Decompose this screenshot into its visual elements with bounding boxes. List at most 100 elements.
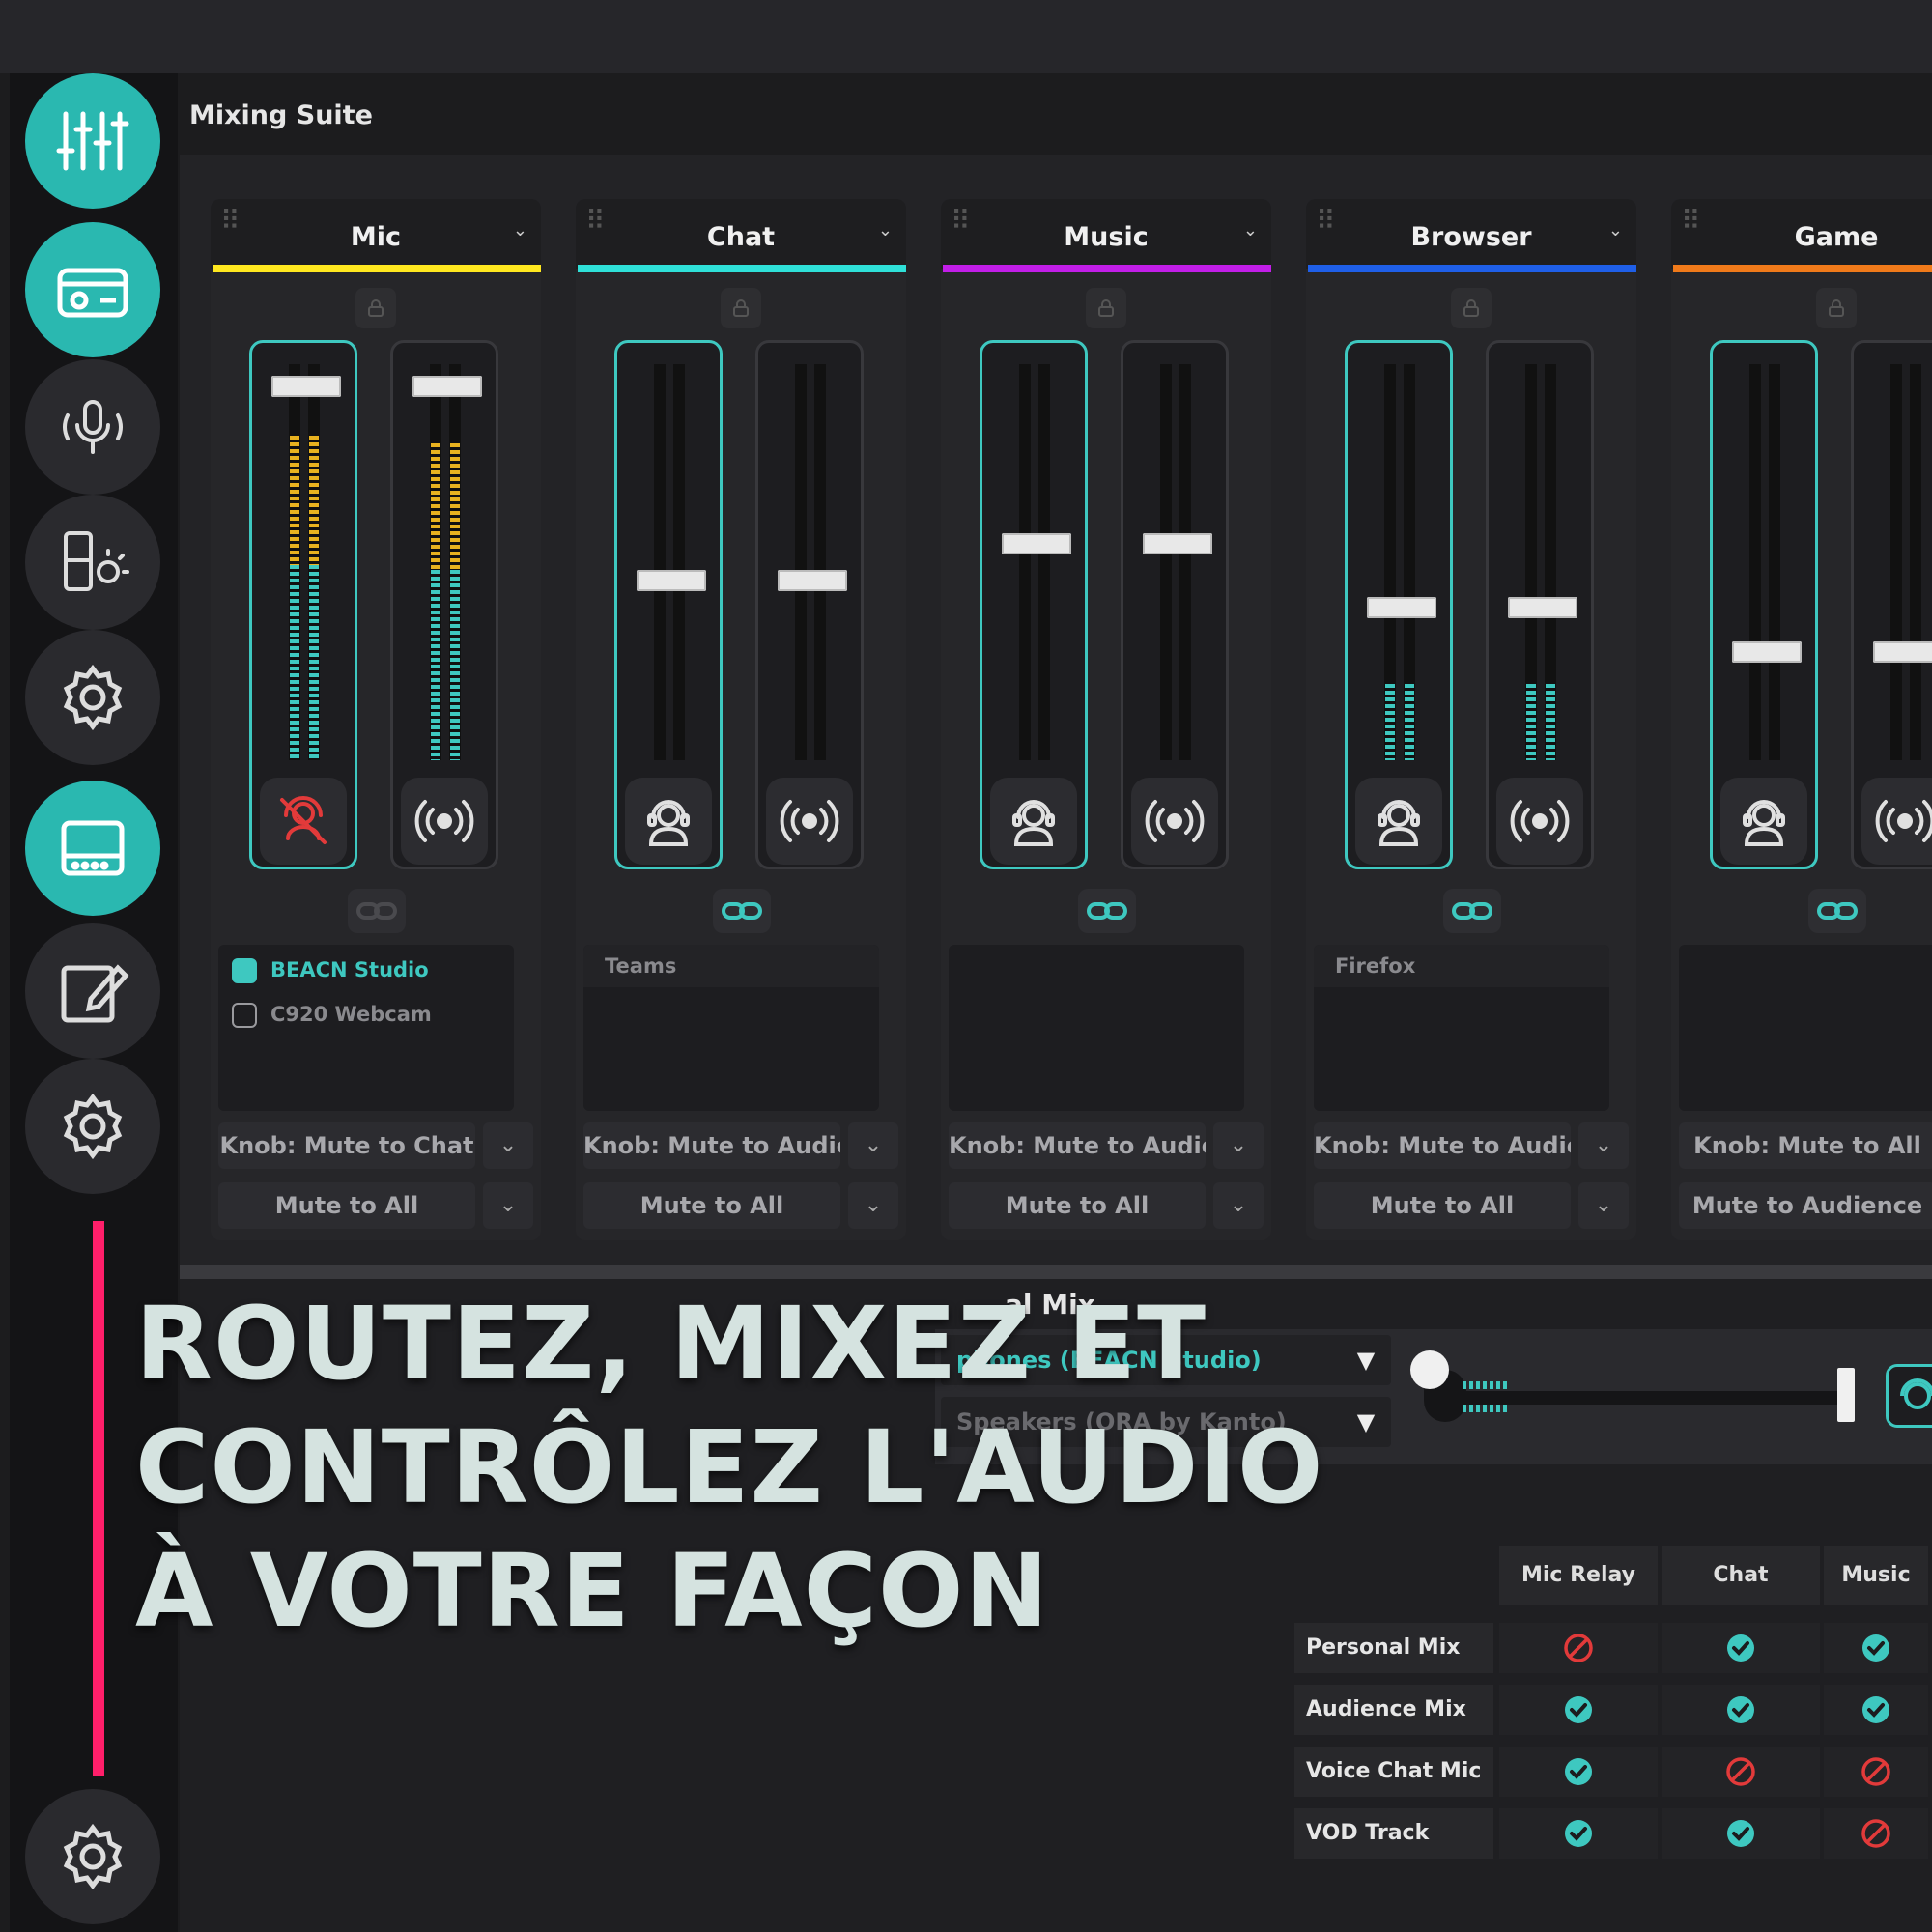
channel-color-bar: [1308, 265, 1636, 272]
channel-header[interactable]: ⠿ Browser ⌄: [1306, 199, 1636, 269]
stream-monitor-button[interactable]: [766, 778, 853, 865]
link-faders-button[interactable]: [1078, 889, 1136, 933]
routing-toggle[interactable]: [1499, 1685, 1658, 1735]
routing-toggle[interactable]: [1824, 1685, 1928, 1735]
fader-knob[interactable]: [1508, 597, 1577, 618]
sidebar-item-mic-effects[interactable]: [25, 359, 160, 495]
stream-monitor-button[interactable]: [401, 778, 488, 865]
sidebar-item-mixer[interactable]: [25, 73, 160, 209]
routing-toggle[interactable]: [1662, 1685, 1820, 1735]
personal-monitor-button[interactable]: [260, 778, 347, 865]
chevron-down-icon[interactable]: ⌄: [483, 1182, 533, 1229]
headphones-user-icon: [1733, 790, 1795, 852]
channel-name: Game: [1794, 222, 1879, 252]
fader-knob[interactable]: [412, 376, 482, 397]
source-checkbox[interactable]: [232, 958, 257, 983]
lock-button[interactable]: [721, 288, 761, 328]
routing-toggle[interactable]: [1499, 1808, 1658, 1859]
chevron-down-icon[interactable]: ⌄: [1243, 220, 1258, 241]
chevron-down-icon[interactable]: ⌄: [848, 1122, 898, 1169]
chevron-down-icon[interactable]: ⌄: [483, 1122, 533, 1169]
fader-track-right: [1038, 364, 1050, 760]
knob-action-select[interactable]: Knob: Mute to Chat: [218, 1122, 475, 1169]
device-lighting-icon: [64, 531, 129, 591]
mute-action-select[interactable]: Mute to All: [218, 1182, 475, 1229]
lock-icon: [1463, 299, 1479, 317]
source-checkbox[interactable]: [232, 1003, 257, 1028]
sidebar-item-hardware[interactable]: [25, 781, 160, 916]
sidebar-item-app-settings[interactable]: [25, 1789, 160, 1924]
fader-knob[interactable]: [271, 376, 341, 397]
channel-header[interactable]: ⠿ Mic ⌄: [211, 199, 541, 269]
stream-monitor-button[interactable]: [1496, 778, 1583, 865]
link-faders-button[interactable]: [713, 889, 771, 933]
channel-header[interactable]: ⠿ Chat ⌄: [576, 199, 906, 269]
output-select-1-arrow-icon[interactable]: ▼: [1347, 1335, 1385, 1385]
mix-toggle-knob[interactable]: [1410, 1350, 1449, 1389]
personal-monitor-button[interactable]: [990, 778, 1077, 865]
mute-action-select[interactable]: Mute to All: [1314, 1182, 1571, 1229]
routing-toggle[interactable]: [1499, 1747, 1658, 1797]
fader-track-right: [1910, 364, 1921, 760]
knob-action-select[interactable]: Knob: Mute to All: [1679, 1122, 1932, 1169]
chevron-down-icon[interactable]: ⌄: [1213, 1122, 1264, 1169]
personal-monitor-button[interactable]: [1355, 778, 1442, 865]
chevron-down-icon[interactable]: ⌄: [1578, 1122, 1629, 1169]
routing-toggle[interactable]: [1662, 1623, 1820, 1673]
routing-toggle[interactable]: [1662, 1808, 1820, 1859]
stream-monitor-button[interactable]: [1861, 778, 1932, 865]
knob-action-select[interactable]: Knob: Mute to Audience: [949, 1122, 1206, 1169]
lock-button[interactable]: [1086, 288, 1126, 328]
lock-icon: [368, 299, 384, 317]
lock-button[interactable]: [355, 288, 396, 328]
output-select-2-arrow-icon[interactable]: ▼: [1347, 1397, 1385, 1447]
fader-personal: [1345, 340, 1453, 869]
lock-button[interactable]: [1816, 288, 1857, 328]
knob-action-select[interactable]: Knob: Mute to Audience: [1314, 1122, 1571, 1169]
chevron-down-icon[interactable]: ⌄: [1213, 1182, 1264, 1229]
link-faders-button[interactable]: [348, 889, 406, 933]
mute-action-select[interactable]: Mute to Audience: [1679, 1182, 1932, 1229]
channel-header[interactable]: ⠿ Game ⌄: [1671, 199, 1932, 269]
broadcast-icon: [1874, 790, 1932, 852]
channel-color-bar: [578, 265, 906, 272]
sidebar-item-lighting[interactable]: [25, 495, 160, 630]
routing-toggle[interactable]: [1824, 1808, 1928, 1859]
knob-action-select[interactable]: Knob: Mute to Audience: [583, 1122, 840, 1169]
chevron-down-icon[interactable]: ⌄: [513, 220, 527, 241]
mix-volume-knob[interactable]: [1837, 1368, 1855, 1422]
mute-action-select[interactable]: Mute to All: [583, 1182, 840, 1229]
link-faders-button[interactable]: [1808, 889, 1866, 933]
lock-button[interactable]: [1451, 288, 1492, 328]
routing-toggle[interactable]: [1824, 1623, 1928, 1673]
sidebar-item-settings[interactable]: [25, 630, 160, 765]
sidebar-item-device[interactable]: [25, 222, 160, 357]
check-circle-icon: [1861, 1694, 1891, 1725]
fader-knob[interactable]: [1002, 533, 1071, 554]
link-faders-button[interactable]: [1443, 889, 1501, 933]
chevron-down-icon[interactable]: ⌄: [1608, 220, 1623, 241]
mute-action-select[interactable]: Mute to All: [949, 1182, 1206, 1229]
fader-knob[interactable]: [1732, 641, 1802, 663]
fader-knob[interactable]: [1367, 597, 1436, 618]
fader-knob[interactable]: [637, 570, 706, 591]
panel-divider[interactable]: [180, 1265, 1932, 1279]
sidebar-item-settings-2[interactable]: [25, 1059, 160, 1194]
fader-knob[interactable]: [1143, 533, 1212, 554]
personal-monitor-button[interactable]: [1720, 778, 1807, 865]
mix-monitor-button[interactable]: [1886, 1364, 1932, 1428]
sidebar-item-edit[interactable]: [25, 923, 160, 1059]
fader-knob[interactable]: [778, 570, 847, 591]
personal-monitor-button[interactable]: [625, 778, 712, 865]
stream-monitor-button[interactable]: [1131, 778, 1218, 865]
blocked-icon: [1861, 1756, 1891, 1787]
channel-header[interactable]: ⠿ Music ⌄: [941, 199, 1271, 269]
routing-toggle[interactable]: [1499, 1623, 1658, 1673]
chevron-down-icon[interactable]: ⌄: [848, 1182, 898, 1229]
fader-knob[interactable]: [1873, 641, 1932, 663]
routing-toggle[interactable]: [1824, 1747, 1928, 1797]
routing-toggle[interactable]: [1662, 1747, 1820, 1797]
channel-color-bar: [213, 265, 541, 272]
chevron-down-icon[interactable]: ⌄: [878, 220, 893, 241]
chevron-down-icon[interactable]: ⌄: [1578, 1182, 1629, 1229]
